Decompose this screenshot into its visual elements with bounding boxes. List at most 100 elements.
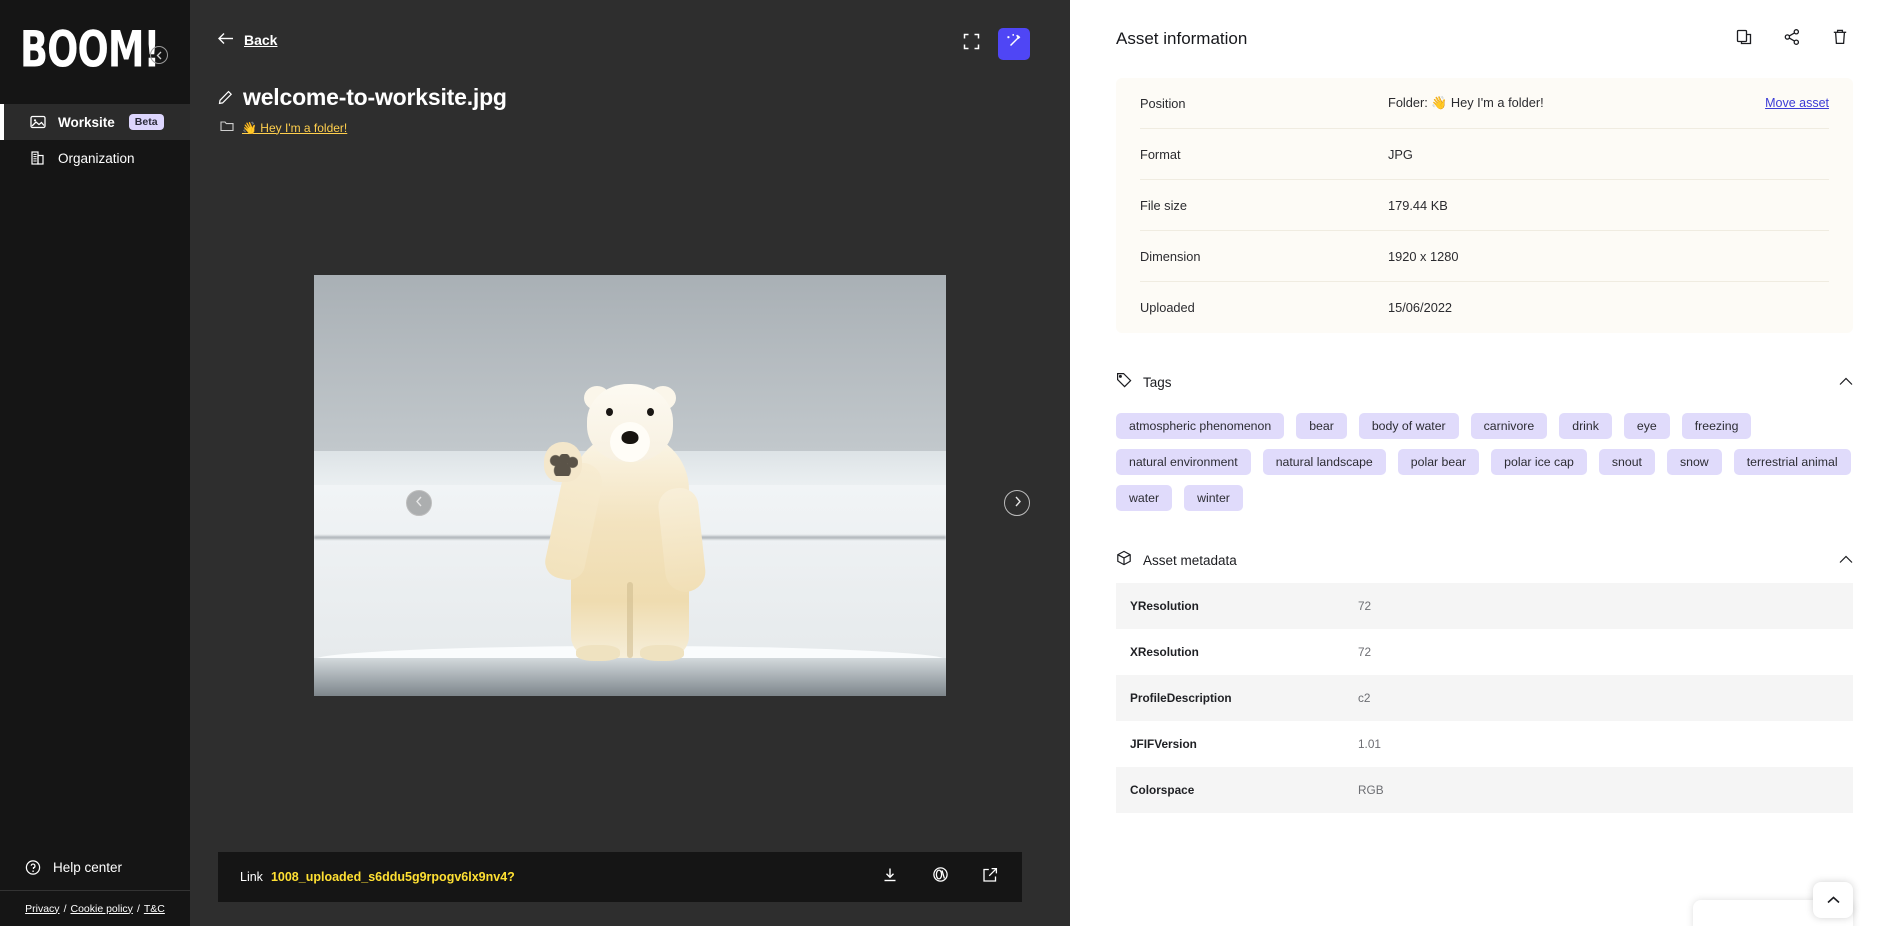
tag-chip[interactable]: terrestrial animal <box>1733 449 1851 475</box>
chevron-left-icon <box>415 494 424 512</box>
download-icon <box>882 867 898 888</box>
download-button[interactable] <box>880 867 900 887</box>
sidebar-item-label: Organization <box>58 150 135 166</box>
tag-chip[interactable]: freezing <box>1681 413 1752 439</box>
tag-chip[interactable]: natural landscape <box>1262 449 1386 475</box>
sidebar-item-label: Worksite <box>58 114 115 130</box>
sidebar-header: BOOM! <box>0 0 190 100</box>
privacy-link[interactable]: Privacy <box>25 903 59 915</box>
app-root: BOOM! Worksite Beta Organization Help ce… <box>0 0 1899 926</box>
info-row-format: Format JPG <box>1140 129 1829 180</box>
asset-information-panel: Asset information Position Folder: 👋 Hey… <box>1070 0 1899 926</box>
info-value: 1920 x 1280 <box>1388 248 1459 264</box>
open-external-button[interactable] <box>980 867 1000 887</box>
back-button[interactable]: Back <box>218 32 277 48</box>
cookie-policy-link[interactable]: Cookie policy <box>70 903 132 915</box>
app-logo: BOOM! <box>20 21 160 79</box>
tag-chip[interactable]: snow <box>1666 449 1722 475</box>
tag-chip[interactable]: polar bear <box>1397 449 1480 475</box>
info-value: Folder: 👋 Hey I'm a folder! <box>1388 95 1544 110</box>
metadata-list: YResolution 72 XResolution 72 ProfileDes… <box>1116 583 1853 813</box>
fullscreen-button[interactable] <box>958 31 984 57</box>
metadata-value: 72 <box>1358 645 1372 659</box>
info-key: Dimension <box>1140 248 1201 264</box>
tag-chip[interactable]: carnivore <box>1470 413 1548 439</box>
tag-chip[interactable]: natural environment <box>1116 449 1251 475</box>
tag-chip[interactable]: drink <box>1559 413 1612 439</box>
sidebar-nav: Worksite Beta Organization <box>0 104 190 176</box>
metadata-value: c2 <box>1358 691 1371 705</box>
info-row-file-size: File size 179.44 KB <box>1140 180 1829 231</box>
terms-link[interactable]: T&C <box>144 903 165 915</box>
delete-asset-button[interactable] <box>1827 26 1853 52</box>
tag-chip[interactable]: water <box>1116 485 1173 511</box>
image-icon <box>30 114 46 130</box>
chevron-up-icon <box>1826 891 1840 909</box>
info-row-position: Position Folder: 👋 Hey I'm a folder! Mov… <box>1140 78 1829 129</box>
asset-viewer-pane: Back welcome-to-worksite.jpg 👋 Hey I'm a… <box>190 0 1070 926</box>
duplicate-asset-button[interactable] <box>1731 26 1757 52</box>
info-row-uploaded: Uploaded 15/06/2022 <box>1140 282 1829 333</box>
pencil-icon[interactable] <box>218 90 233 105</box>
help-center-link[interactable]: Help center <box>0 844 190 890</box>
page-title: welcome-to-worksite.jpg <box>218 84 1042 111</box>
tag-chip[interactable]: polar ice cap <box>1491 449 1587 475</box>
asset-filename: welcome-to-worksite.jpg <box>243 84 507 110</box>
chevron-up-icon[interactable] <box>1839 373 1853 391</box>
legal-links: Privacy / Cookie policy / T&C <box>0 890 190 926</box>
sidebar-collapse-button[interactable] <box>150 46 168 64</box>
metadata-row: XResolution 72 <box>1116 629 1853 675</box>
asset-image <box>314 274 946 696</box>
info-key: Uploaded <box>1140 300 1195 315</box>
copy-link-button[interactable] <box>930 867 950 887</box>
image-viewer <box>190 150 1070 820</box>
legal-separator: / <box>63 902 67 915</box>
tags-section-title: Tags <box>1143 374 1172 390</box>
breadcrumb-folder-link[interactable]: 👋 Hey I'm a folder! <box>242 121 347 135</box>
next-asset-button[interactable] <box>1004 490 1030 516</box>
chevron-up-icon[interactable] <box>1839 551 1853 569</box>
tag-chip[interactable]: eye <box>1623 413 1670 439</box>
ai-magic-button[interactable] <box>998 28 1030 60</box>
scroll-to-top-button[interactable] <box>1813 882 1853 918</box>
metadata-key: XResolution <box>1130 645 1199 659</box>
sidebar: BOOM! Worksite Beta Organization Help ce… <box>0 0 190 926</box>
link-label: Link <box>240 870 263 884</box>
info-value: JPG <box>1388 146 1413 162</box>
sidebar-item-worksite[interactable]: Worksite Beta <box>0 104 190 140</box>
tag-icon <box>1116 372 1132 393</box>
help-center-label: Help center <box>53 859 123 875</box>
asset-title-block: welcome-to-worksite.jpg 👋 Hey I'm a fold… <box>190 80 1070 135</box>
tag-chip[interactable]: atmospheric phenomenon <box>1116 413 1285 439</box>
panel-header: Asset information <box>1116 0 1853 78</box>
chevron-left-circle-icon <box>155 51 164 60</box>
beta-badge: Beta <box>128 114 164 130</box>
tag-chip[interactable]: snout <box>1598 449 1655 475</box>
link-icon <box>932 866 949 888</box>
metadata-section-title: Asset metadata <box>1143 552 1237 568</box>
move-asset-link[interactable]: Move asset <box>1765 96 1829 110</box>
asset-link-bar: Link 1008_uploaded_s6ddu5g9rpogv6lx9nv4? <box>218 852 1022 902</box>
tag-chip[interactable]: bear <box>1296 413 1347 439</box>
tags-section: Tags atmospheric phenomenon bear body of… <box>1116 365 1853 511</box>
share-asset-button[interactable] <box>1779 26 1805 52</box>
metadata-section-header[interactable]: Asset metadata <box>1116 543 1853 577</box>
info-key: File size <box>1140 197 1187 213</box>
info-row-dimension: Dimension 1920 x 1280 <box>1140 231 1829 282</box>
breadcrumb: 👋 Hey I'm a folder! <box>220 120 1042 135</box>
panel-title: Asset information <box>1116 29 1248 48</box>
previous-asset-button[interactable] <box>406 490 432 516</box>
tag-chip[interactable]: body of water <box>1358 413 1459 439</box>
link-value[interactable]: 1008_uploaded_s6ddu5g9rpogv6lx9nv4? <box>271 870 515 884</box>
metadata-value: 72 <box>1358 599 1372 613</box>
sidebar-item-organization[interactable]: Organization <box>0 140 190 176</box>
metadata-section: Asset metadata YResolution 72 XResolutio… <box>1116 543 1853 813</box>
question-circle-icon <box>25 859 41 875</box>
box-icon <box>1116 550 1132 571</box>
metadata-key: JFIFVersion <box>1130 737 1197 751</box>
metadata-value: 1.01 <box>1358 737 1381 751</box>
building-icon <box>30 150 46 166</box>
tags-section-header[interactable]: Tags <box>1116 365 1853 399</box>
info-key: Position <box>1140 95 1186 111</box>
tag-chip[interactable]: winter <box>1184 485 1243 511</box>
